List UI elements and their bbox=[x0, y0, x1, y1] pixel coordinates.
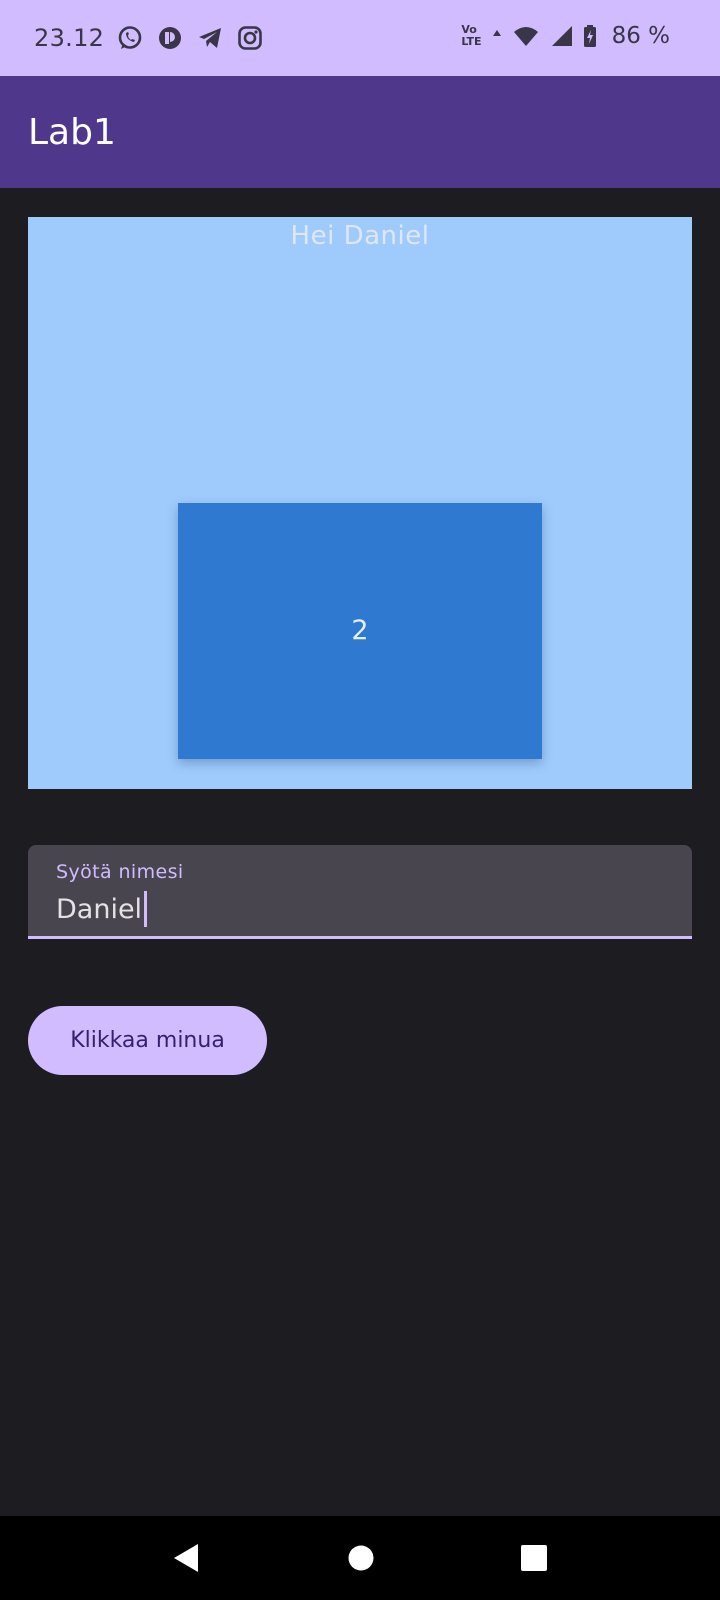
navigation-bar bbox=[0, 1516, 720, 1600]
home-icon[interactable] bbox=[341, 1538, 381, 1578]
app-title: Lab1 bbox=[28, 112, 116, 153]
counter-value: 2 bbox=[351, 615, 369, 646]
app-bar: Lab1 bbox=[0, 76, 720, 188]
name-field-label: Syötä nimesi bbox=[56, 861, 184, 883]
battery-icon bbox=[583, 25, 596, 47]
greeting-text: Hei Daniel bbox=[290, 221, 430, 251]
instagram-icon bbox=[238, 26, 262, 50]
lte-label: LTE bbox=[461, 35, 482, 48]
volte-indicator: Vo LTE bbox=[461, 24, 481, 48]
system-status-icons: Vo LTE 86 % bbox=[461, 22, 670, 50]
text-cursor bbox=[144, 891, 148, 927]
name-field-value-wrap[interactable]: Daniel bbox=[56, 891, 148, 927]
data-activity-icon bbox=[492, 30, 501, 36]
status-bar: 23.12 Vo LTE 86 % bbox=[0, 0, 720, 76]
greeting-box: Hei Daniel 2 bbox=[28, 217, 692, 789]
signal-icon bbox=[551, 26, 572, 46]
app-icon bbox=[159, 27, 181, 49]
name-field[interactable]: Syötä nimesi Daniel bbox=[28, 845, 692, 939]
battery-percent: 86 % bbox=[611, 23, 670, 49]
counter-box[interactable]: 2 bbox=[178, 503, 542, 759]
name-field-value[interactable]: Daniel bbox=[56, 894, 142, 925]
click-me-button[interactable]: Klikkaa minua bbox=[28, 1006, 267, 1075]
telegram-icon bbox=[199, 28, 221, 48]
recents-icon[interactable] bbox=[514, 1538, 554, 1578]
whatsapp-icon bbox=[118, 26, 142, 49]
notification-icons bbox=[116, 24, 264, 52]
wifi-icon bbox=[513, 27, 538, 46]
status-time: 23.12 bbox=[34, 24, 105, 52]
back-icon[interactable] bbox=[166, 1538, 206, 1578]
